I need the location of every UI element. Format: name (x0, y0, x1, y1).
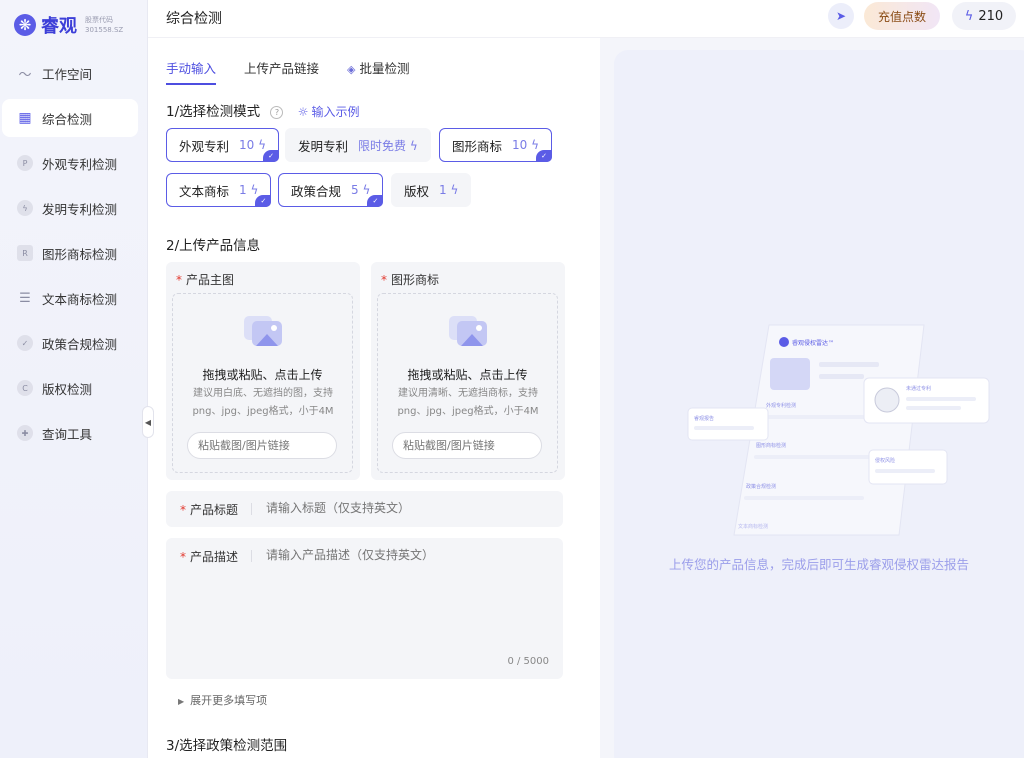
chart-line-icon: 〜 (18, 67, 32, 83)
mode-text-trademark[interactable]: 文本商标 1 ϟ ✓ (166, 173, 272, 207)
product-description-field: *产品描述 0 / 5000 (166, 538, 563, 679)
batch-icon: ◈ (347, 63, 356, 76)
char-counter: 0 / 5000 (507, 656, 549, 667)
recharge-button[interactable]: 充值点数 (864, 2, 940, 30)
card-brand: 睿观侵权雷达™ (792, 339, 834, 347)
app-name: 睿观 (41, 16, 77, 37)
bolt-icon: ϟ (964, 8, 974, 24)
graphic-trademark-dropzone[interactable]: 拖拽或粘贴、点击上传 建议用清晰、无遮挡商标，支持png、jpg、jpeg格式，… (377, 293, 558, 473)
shield-check-icon: ✓ (17, 335, 33, 351)
input-tabs: 手动输入 上传产品链接 ◈ 批量检测 (166, 58, 438, 85)
sidebar-item-text-trademark[interactable]: ☰ 文本商标检测 (2, 279, 138, 317)
search-plus-icon: ✚ (17, 425, 33, 441)
step3-title: 3/选择政策检测范围 (166, 738, 288, 754)
example-link[interactable]: ☼ 输入示例 (298, 105, 360, 119)
upload-label: * 图形商标 (381, 273, 440, 287)
graphic-trademark-upload: * 图形商标 拖拽或粘贴、点击上传 建议用清晰、无遮挡商标，支持png、jpg、j… (371, 262, 565, 480)
sidebar-item-label: 发明专利检测 (42, 201, 118, 217)
sidebar-item-query-tools[interactable]: ✚ 查询工具 (2, 414, 138, 452)
mode-graphic-trademark[interactable]: 图形商标 10 ϟ ✓ (439, 128, 553, 162)
check-icon: ✓ (367, 195, 384, 207)
logo[interactable]: ❋ 睿观 股票代码 301558.SZ (14, 12, 123, 38)
sidebar-item-label: 查询工具 (42, 426, 93, 442)
bulb-icon: ϟ (17, 200, 33, 216)
svg-text:侵权风险: 侵权风险 (875, 457, 895, 464)
sidebar-item-design-patent[interactable]: P 外观专利检测 (2, 144, 138, 182)
sidebar-item-copyright[interactable]: C 版权检测 (2, 369, 138, 407)
expand-more-fields[interactable]: ▶ 展开更多填写项 (178, 692, 267, 708)
sidebar-item-label: 政策合规检测 (42, 336, 118, 352)
logo-icon: ❋ (14, 14, 36, 36)
sidebar-item-label: 图形商标检测 (42, 246, 118, 262)
product-image-dropzone[interactable]: 拖拽或粘贴、点击上传 建议用白底、无遮挡的图，支持png、jpg、jpeg格式，… (172, 293, 353, 473)
report-caption: 上传您的产品信息，完成后即可生成睿观侵权雷达报告 (668, 557, 969, 572)
tab-upload-link[interactable]: 上传产品链接 (244, 58, 319, 85)
product-title-field: * 产品标题 (166, 491, 563, 527)
sidebar-item-policy[interactable]: ✓ 政策合规检测 (2, 324, 138, 362)
svg-text:文本商标检测: 文本商标检测 (738, 523, 768, 530)
c-circle-icon: C (17, 380, 33, 396)
svg-text:未通过专利: 未通过专利 (906, 385, 931, 392)
sidebar-item-invention-patent[interactable]: ϟ 发明专利检测 (2, 189, 138, 227)
send-icon[interactable]: ➤ (828, 3, 854, 29)
stock-code: 股票代码 301558.SZ (85, 16, 124, 34)
report-illustration: 睿观侵权雷达™ 外观专利检测 图形商标检测 政策合规检测 文本商标检测 睿观报告… (687, 324, 990, 536)
product-image-link-input[interactable] (187, 432, 337, 459)
check-icon: ✓ (255, 195, 272, 207)
sidebar-item-comprehensive[interactable]: ▦ 综合检测 (2, 99, 138, 137)
help-icon[interactable]: ? (270, 105, 284, 119)
svg-text:睿观报告: 睿观报告 (694, 415, 714, 422)
mode-design-patent[interactable]: 外观专利 10 ϟ ✓ (166, 128, 280, 162)
bulb-icon: ☼ (297, 105, 309, 119)
sidebar-nav: 〜 工作空间 ▦ 综合检测 P 外观专利检测 ϟ 发明专利检测 R 图形商标检测… (2, 54, 138, 459)
step2-title: 2/上传产品信息 (166, 238, 261, 254)
image-icon (449, 316, 487, 346)
upload-label: * 产品主图 (176, 273, 235, 287)
points-balance[interactable]: ϟ 210 (952, 2, 1016, 30)
sidebar-item-label: 综合检测 (42, 111, 93, 127)
check-icon: ✓ (536, 150, 553, 162)
step1-header: 1/选择检测模式 ? ☼ 输入示例 (166, 100, 360, 120)
p-circle-icon: P (17, 155, 33, 171)
product-image-upload: * 产品主图 拖拽或粘贴、点击上传 建议用白底、无遮挡的图，支持png、jpg、j… (166, 262, 360, 480)
product-description-input[interactable] (266, 546, 546, 646)
sidebar-item-label: 工作空间 (42, 66, 93, 82)
mode-copyright[interactable]: 版权 1 ϟ (391, 173, 472, 207)
sidebar-item-label: 外观专利检测 (42, 156, 118, 172)
caret-right-icon: ▶ (178, 697, 185, 706)
grid-plus-icon: ▦ (18, 110, 32, 126)
report-preview-panel: 睿观侵权雷达™ 外观专利检测 图形商标检测 政策合规检测 文本商标检测 睿观报告… (614, 50, 1024, 758)
image-icon (244, 316, 282, 346)
product-title-input[interactable] (266, 499, 546, 517)
mode-policy-compliance[interactable]: 政策合规 5 ϟ ✓ (278, 173, 384, 207)
topbar: 综合检测 ➤ 充值点数 ϟ 210 (148, 0, 1024, 38)
check-icon: ✓ (263, 150, 280, 162)
sidebar-collapse-button[interactable]: ◀ (142, 406, 154, 438)
sidebar-item-label: 文本商标检测 (42, 291, 118, 307)
sidebar: ❋ 睿观 股票代码 301558.SZ 〜 工作空间 ▦ 综合检测 P 外观专利… (0, 0, 148, 758)
detection-form: 手动输入 上传产品链接 ◈ 批量检测 1/选择检测模式 ? ☼ 输入示例 外观专利 … (148, 38, 600, 758)
sidebar-item-workspace[interactable]: 〜 工作空间 (2, 54, 138, 92)
sidebar-item-label: 版权检测 (42, 381, 93, 397)
page-title: 综合检测 (166, 11, 222, 27)
document-icon: ☰ (19, 290, 31, 306)
step1-title: 1/选择检测模式 (166, 104, 261, 120)
svg-text:政策合规检测: 政策合规检测 (746, 483, 776, 490)
svg-text:外观专利检测: 外观专利检测 (766, 402, 796, 409)
tab-manual-input[interactable]: 手动输入 (166, 58, 217, 85)
mode-invention-patent[interactable]: 发明专利 限时免费 ϟ (285, 128, 431, 162)
r-circle-icon: R (17, 245, 33, 261)
tab-batch[interactable]: ◈ 批量检测 (347, 58, 409, 85)
sidebar-item-graphic-trademark[interactable]: R 图形商标检测 (2, 234, 138, 272)
points-value: 210 (978, 8, 1004, 24)
trademark-link-input[interactable] (392, 432, 542, 459)
svg-text:图形商标检测: 图形商标检测 (756, 442, 786, 449)
